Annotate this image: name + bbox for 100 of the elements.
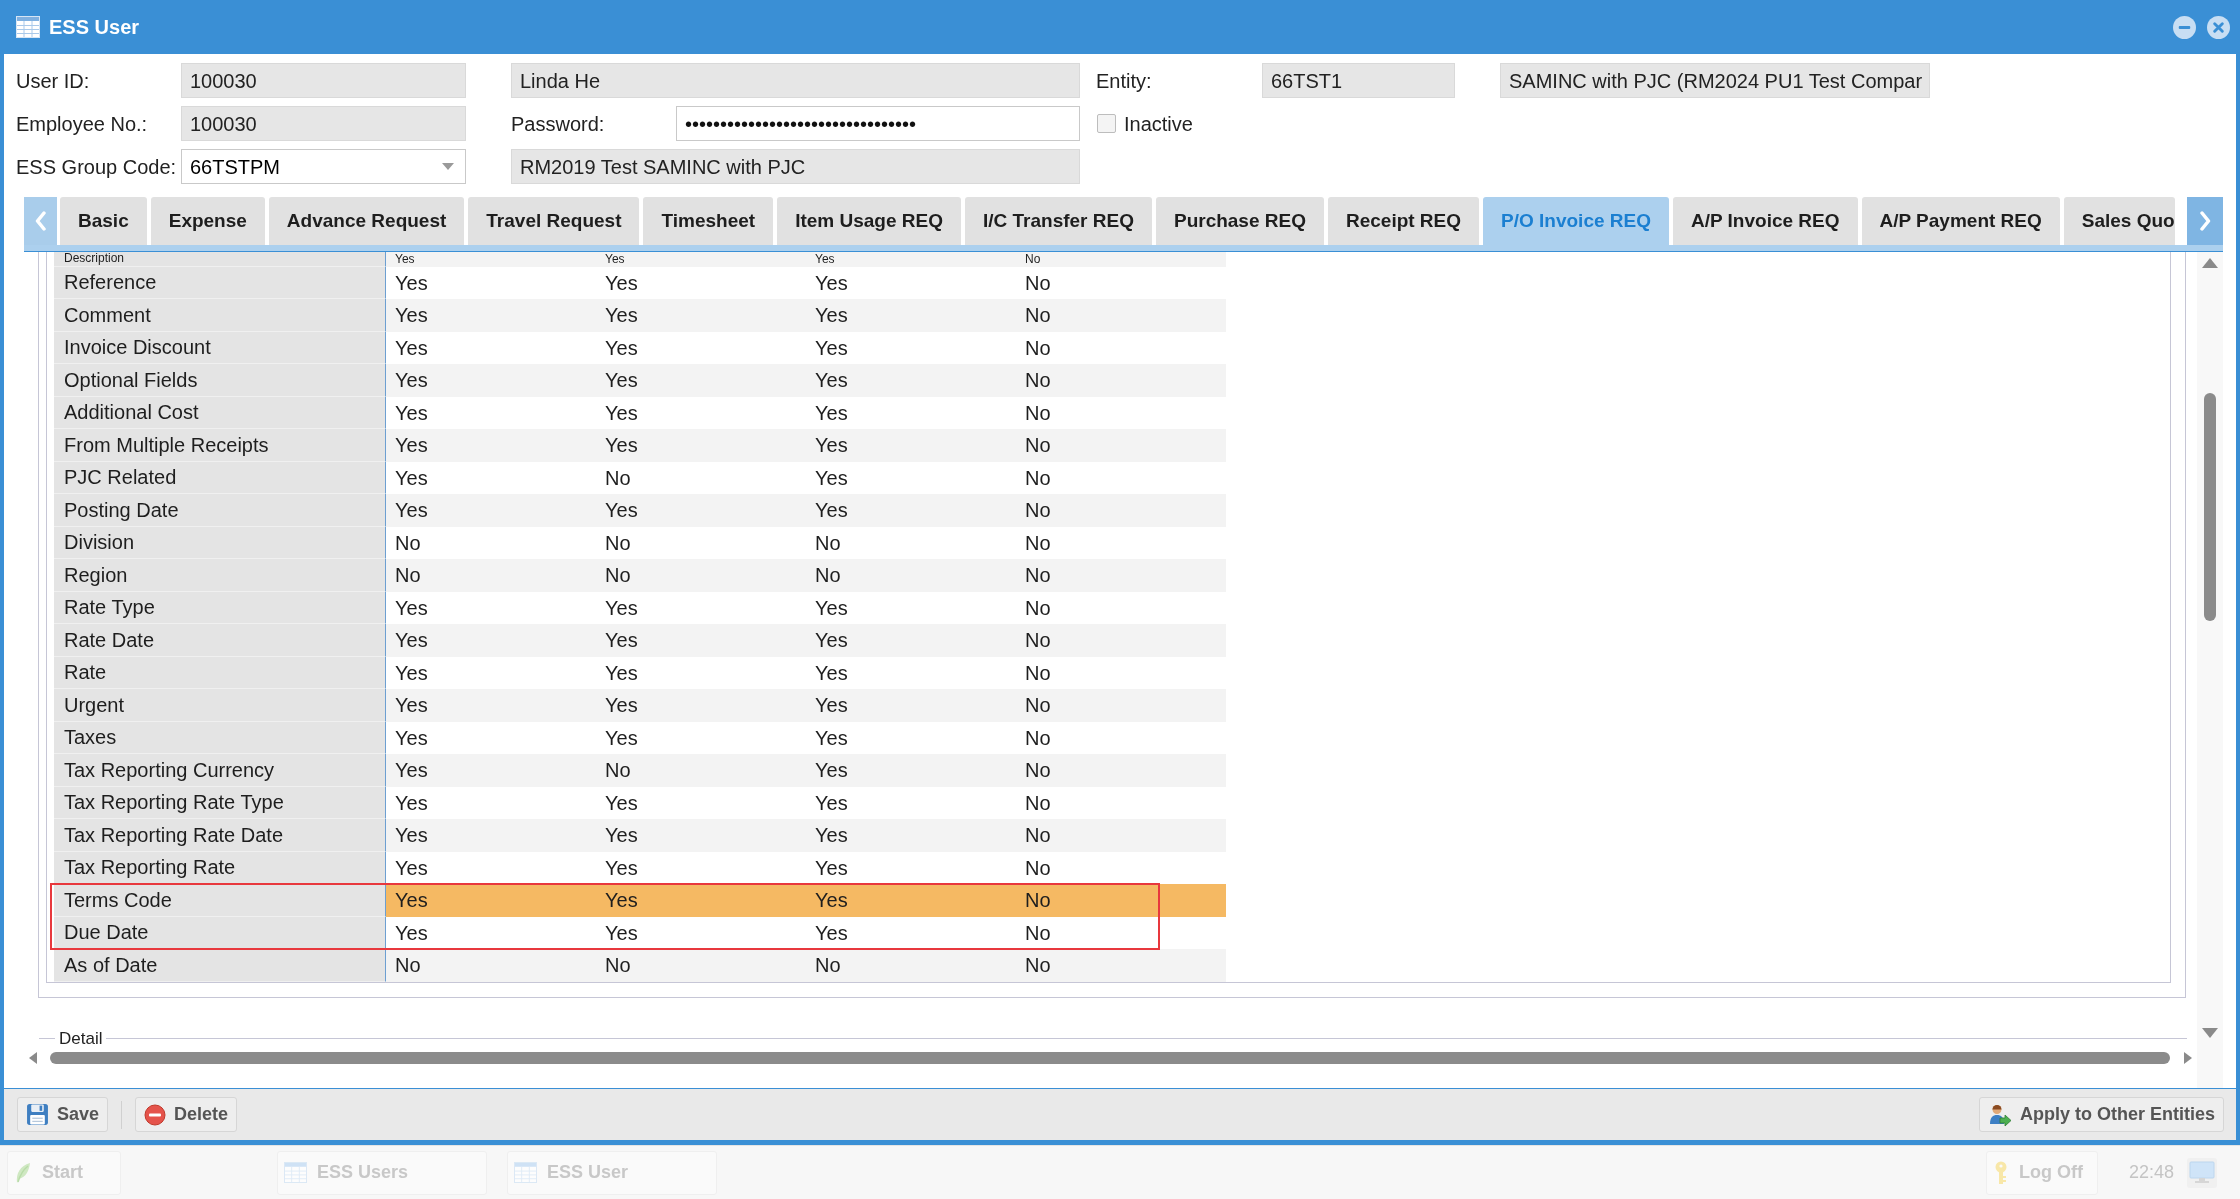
tab-scroll-right-button[interactable] [2187, 197, 2223, 245]
close-button[interactable] [2207, 15, 2230, 39]
monitor-icon[interactable] [2187, 1157, 2217, 1188]
table-row[interactable]: Terms Code Yes Yes Yes No [54, 884, 1226, 917]
table-cell-text: Yes [394, 433, 429, 459]
tab[interactable]: Receipt REQ [1327, 197, 1480, 245]
table-row[interactable]: Posting Date Yes Yes Yes No [54, 494, 1226, 527]
field-label: User ID: [16, 68, 90, 93]
tab[interactable]: Purchase REQ [1155, 197, 1324, 245]
table-cell-text: Yes [394, 368, 429, 394]
row-header-cell: Taxes [54, 721, 386, 754]
table-cell-text: Yes [394, 270, 429, 296]
row-header-cell: Additional Cost [54, 396, 386, 429]
table-cell-text: Yes [814, 628, 849, 654]
checkbox[interactable] [1097, 114, 1116, 133]
table-cell-text: Yes [394, 400, 429, 426]
password-field[interactable]: ••••••••••••••••••••••••••••••••• [676, 106, 1080, 141]
scrollbar-thumb[interactable] [50, 1052, 2170, 1064]
group-description-field[interactable]: RM2019 Test SAMINC with PJC [511, 149, 1080, 184]
table-row[interactable]: Optional Fields Yes Yes Yes No [54, 364, 1226, 397]
apply-to-other-entities-button[interactable]: Apply to Other Entities [1979, 1097, 2224, 1132]
table-cell-text: No [1024, 953, 1052, 979]
table-cell-text: No [1024, 758, 1052, 784]
tab[interactable]: A/P Payment REQ [1861, 197, 2060, 245]
tab[interactable]: Sales Quo [2063, 197, 2175, 245]
tab[interactable]: Item Usage REQ [777, 197, 961, 245]
dropdown-field[interactable]: 66TSTPM [181, 149, 466, 184]
table-cell-text: Yes [394, 303, 429, 329]
scroll-right-icon[interactable] [2184, 1052, 2192, 1064]
field-label: Password: [511, 111, 605, 136]
table-row[interactable]: Tax Reporting Currency Yes No Yes No [54, 754, 1226, 787]
table-cell-text: Yes [604, 595, 639, 621]
tab-scroll-left-button[interactable] [24, 197, 57, 245]
scroll-left-icon[interactable] [29, 1052, 37, 1064]
tab[interactable]: Timesheet [643, 197, 774, 245]
table-cell-text: Yes [814, 465, 849, 491]
entity-field[interactable]: 66TST1 [1262, 63, 1455, 98]
table-row[interactable]: Rate Date Yes Yes Yes No [54, 624, 1226, 657]
person-arrow-icon [1988, 1102, 2012, 1127]
table-row[interactable]: From Multiple Receipts Yes Yes Yes No [54, 429, 1226, 462]
field-label: Employee No.: [16, 111, 148, 136]
row-header-cell: PJC Related [54, 461, 386, 494]
scroll-up-icon[interactable] [2202, 258, 2218, 268]
table-cell-text: No [1024, 303, 1052, 329]
table-cell-text: Yes [814, 855, 849, 881]
user-id-field[interactable]: 100030 [181, 63, 466, 98]
table-cell-text: No [814, 530, 842, 556]
minimize-button[interactable] [2173, 15, 2196, 39]
table-row[interactable]: As of Date No No No No [54, 949, 1226, 982]
tab[interactable]: A/P Invoice REQ [1673, 197, 1858, 245]
table-cell-text: No [604, 758, 632, 784]
tab[interactable]: I/C Transfer REQ [964, 197, 1152, 245]
table-row[interactable]: Comment Yes Yes Yes No [54, 299, 1226, 332]
name-field[interactable]: Linda He [511, 63, 1080, 98]
table-cell-text: No [1024, 920, 1052, 946]
scrollbar-thumb[interactable] [2204, 393, 2216, 621]
table-cell-text: Yes [814, 595, 849, 621]
table-cell-text: Yes [604, 660, 639, 686]
table-cell-text: No [394, 530, 422, 556]
table-row[interactable]: Description Yes Yes Yes No [54, 252, 1226, 267]
table-row[interactable]: Tax Reporting Rate Date Yes Yes Yes No [54, 819, 1226, 852]
row-header-cell: Description [54, 252, 386, 267]
entity-name-field[interactable]: SAMINC with PJC (RM2024 PU1 Test Compar [1500, 63, 1930, 98]
row-header-cell: Invoice Discount [54, 331, 386, 364]
tab[interactable]: Travel Request [468, 197, 640, 245]
row-header-cell: Optional Fields [54, 364, 386, 397]
tab[interactable]: Expense [150, 197, 265, 245]
tab[interactable]: Basic [60, 197, 147, 245]
table-cell-text: No [814, 953, 842, 979]
chevron-right-icon [2199, 211, 2211, 231]
table-icon [16, 16, 40, 38]
table-cell-text: Yes [604, 270, 639, 296]
table-cell-text: No [1024, 660, 1052, 686]
table-cell-text: No [1024, 628, 1052, 654]
table-row[interactable]: Urgent Yes Yes Yes No [54, 689, 1226, 722]
chevron-left-icon [35, 211, 46, 231]
table-cell-text: Yes [604, 400, 639, 426]
table-cell-text: Yes [814, 498, 849, 524]
table-cell-text: Yes [604, 920, 639, 946]
row-header-cell: Tax Reporting Currency [54, 754, 386, 787]
table-icon [284, 1162, 307, 1183]
field-label: Entity: [1096, 68, 1152, 93]
table-cell-text: No [1024, 725, 1052, 751]
table-row[interactable]: Region No No No No [54, 559, 1226, 592]
tab[interactable]: Advance Request [268, 197, 465, 245]
row-header-cell: Tax Reporting Rate Type [54, 786, 386, 819]
checkbox-label: Inactive [1124, 111, 1193, 136]
employee-number-field[interactable]: 100030 [181, 106, 466, 141]
delete-button[interactable]: Delete [135, 1097, 238, 1132]
table-cell-text: Yes [604, 725, 639, 751]
table-cell-text: Yes [814, 660, 849, 686]
table-cell-text: Yes [814, 433, 849, 459]
scroll-down-icon[interactable] [2202, 1028, 2218, 1038]
save-button[interactable]: Save [17, 1097, 109, 1132]
table-cell-text: Yes [814, 790, 849, 816]
minimize-icon [2173, 15, 2196, 39]
table-cell-text: No [394, 563, 422, 589]
table-cell-text: Yes [604, 855, 639, 881]
vertical-scrollbar[interactable] [2197, 252, 2223, 1088]
table-cell-text: Yes [604, 433, 639, 459]
